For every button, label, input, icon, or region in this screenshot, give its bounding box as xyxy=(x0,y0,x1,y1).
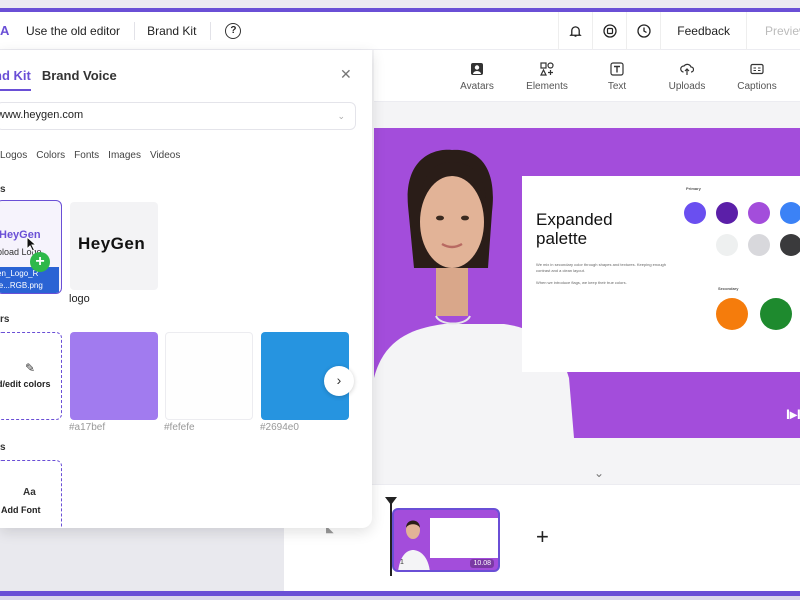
preview-label: Preview xyxy=(765,24,800,38)
divider xyxy=(134,21,136,40)
tab-brand-voice[interactable]: Brand Voice xyxy=(42,68,117,91)
add-font-label: Add Font xyxy=(1,505,41,515)
add-edit-colors-button[interactable]: ✎ d/edit colors xyxy=(0,332,62,420)
close-icon[interactable]: ✕ xyxy=(340,66,352,83)
toolbar-avatars-label: Avatars xyxy=(460,81,494,92)
toolbar-text-label: Text xyxy=(607,81,627,92)
color-swatch[interactable] xyxy=(70,332,158,420)
secondary-color-dot xyxy=(716,298,748,330)
avatar-icon xyxy=(471,63,483,75)
brand-mark-icon: I▸I xyxy=(786,406,800,422)
text-icon xyxy=(610,62,624,76)
font-icon: Aa xyxy=(23,487,36,498)
fonts-section-label: s xyxy=(0,442,6,453)
scene-thumbnail[interactable]: 1 10.08 xyxy=(392,508,500,572)
slide-canvas[interactable]: Expanded palette We mix in secondary col… xyxy=(374,128,800,438)
logo-card[interactable]: HeyGen xyxy=(70,202,158,290)
add-font-button[interactable]: Aa Add Font xyxy=(0,460,62,528)
app-logo-letter[interactable]: A xyxy=(0,23,14,38)
elements-icon xyxy=(540,62,554,76)
old-editor-link[interactable]: Use the old editor xyxy=(26,24,120,38)
scene-number: 1 xyxy=(400,559,404,566)
dragged-file-name: en_Logo_R le...RGB.png xyxy=(0,267,59,293)
secondary-color-dot xyxy=(760,298,792,330)
heygen-logo: HeyGen xyxy=(78,234,146,253)
brand-kit-panel: nd Kit Brand Voice ✕ www.heygen.com ⌄ Lo… xyxy=(0,50,372,528)
asset-filters: Logos Colors Fonts Images Videos xyxy=(0,150,180,161)
history-clock-icon[interactable] xyxy=(626,12,660,50)
secondary-palette-label: Secondary xyxy=(718,286,739,291)
brand-url-value: www.heygen.com xyxy=(0,109,84,121)
color-swatch-label: #2694e0 xyxy=(260,422,299,433)
toolbar-elements-label: Elements xyxy=(526,81,568,92)
preview-button[interactable]: Preview xyxy=(746,12,800,50)
slide-body-text: We mix in secondary color through shapes… xyxy=(536,262,667,273)
window-bottom-stripe xyxy=(0,591,800,600)
cursor-icon xyxy=(26,236,38,252)
primary-color-dot xyxy=(780,202,800,224)
primary-color-dot xyxy=(748,202,770,224)
filter-fonts[interactable]: Fonts xyxy=(74,150,99,161)
feedback-button[interactable]: Feedback xyxy=(660,12,746,50)
primary-palette-label: Primary xyxy=(686,186,701,191)
toolbar-text[interactable]: Text xyxy=(582,62,652,92)
brand-kit-icon[interactable] xyxy=(592,12,626,50)
pencil-icon: ✎ xyxy=(25,361,36,375)
thumbnail-card xyxy=(430,518,498,558)
tab-brand-kit[interactable]: nd Kit xyxy=(0,68,31,91)
filter-logos[interactable]: Logos xyxy=(0,150,27,161)
primary-color-dot xyxy=(716,234,738,256)
header-bar: A Use the old editor Brand Kit ? Feedbac… xyxy=(0,12,800,50)
toolbar-avatars[interactable]: Avatars xyxy=(442,62,512,92)
colors-section-label: rs xyxy=(0,314,10,325)
color-swatch-label: #fefefe xyxy=(164,422,195,433)
filter-colors[interactable]: Colors xyxy=(36,150,65,161)
logo-caption: logo xyxy=(69,293,90,305)
primary-color-dot xyxy=(780,234,800,256)
playhead-handle[interactable] xyxy=(385,497,397,505)
logos-section-label: s xyxy=(0,184,6,195)
add-scene-button[interactable]: + xyxy=(536,524,549,550)
toolbar-uploads-label: Uploads xyxy=(668,81,706,92)
help-icon[interactable]: ? xyxy=(225,22,242,39)
toolbar-captions[interactable]: Captions xyxy=(722,62,792,92)
palette-card: Expanded palette We mix in secondary col… xyxy=(522,176,800,372)
editor-toolbar: Avatars Elements Text Uploads Captions xyxy=(374,50,800,102)
slide-footnote: When we introduce flags, we keep their t… xyxy=(536,280,627,285)
color-swatch[interactable] xyxy=(165,332,253,420)
divider xyxy=(210,21,212,40)
bell-icon[interactable] xyxy=(558,12,592,50)
brand-kit-link[interactable]: Brand Kit xyxy=(147,24,196,38)
primary-color-dot xyxy=(716,202,738,224)
window-top-stripe xyxy=(0,0,800,12)
captions-icon xyxy=(750,63,764,75)
panel-tabs: nd Kit Brand Voice xyxy=(0,68,117,91)
upload-icon xyxy=(680,63,694,75)
add-file-icon: + xyxy=(30,252,50,272)
filter-videos[interactable]: Videos xyxy=(150,150,180,161)
scene-duration: 10.08 xyxy=(470,559,494,568)
add-edit-colors-label: d/edit colors xyxy=(0,379,51,389)
file-name-line: en_Logo_R xyxy=(0,269,39,278)
filter-images[interactable]: Images xyxy=(108,150,141,161)
slide-title[interactable]: Expanded palette xyxy=(536,210,646,248)
chevron-down-icon[interactable]: ⌄ xyxy=(594,466,604,480)
brand-url-select[interactable]: www.heygen.com ⌄ xyxy=(0,102,356,130)
primary-color-dot xyxy=(684,202,706,224)
primary-color-dot xyxy=(748,234,770,256)
chevron-right-icon[interactable]: › xyxy=(324,366,354,396)
toolbar-captions-label: Captions xyxy=(737,81,777,92)
chevron-down-icon: ⌄ xyxy=(337,111,345,121)
color-swatch-label: #a17bef xyxy=(69,422,106,433)
toolbar-uploads[interactable]: Uploads xyxy=(652,62,722,92)
toolbar-elements[interactable]: Elements xyxy=(512,62,582,92)
file-name-line: le...RGB.png xyxy=(0,281,43,290)
